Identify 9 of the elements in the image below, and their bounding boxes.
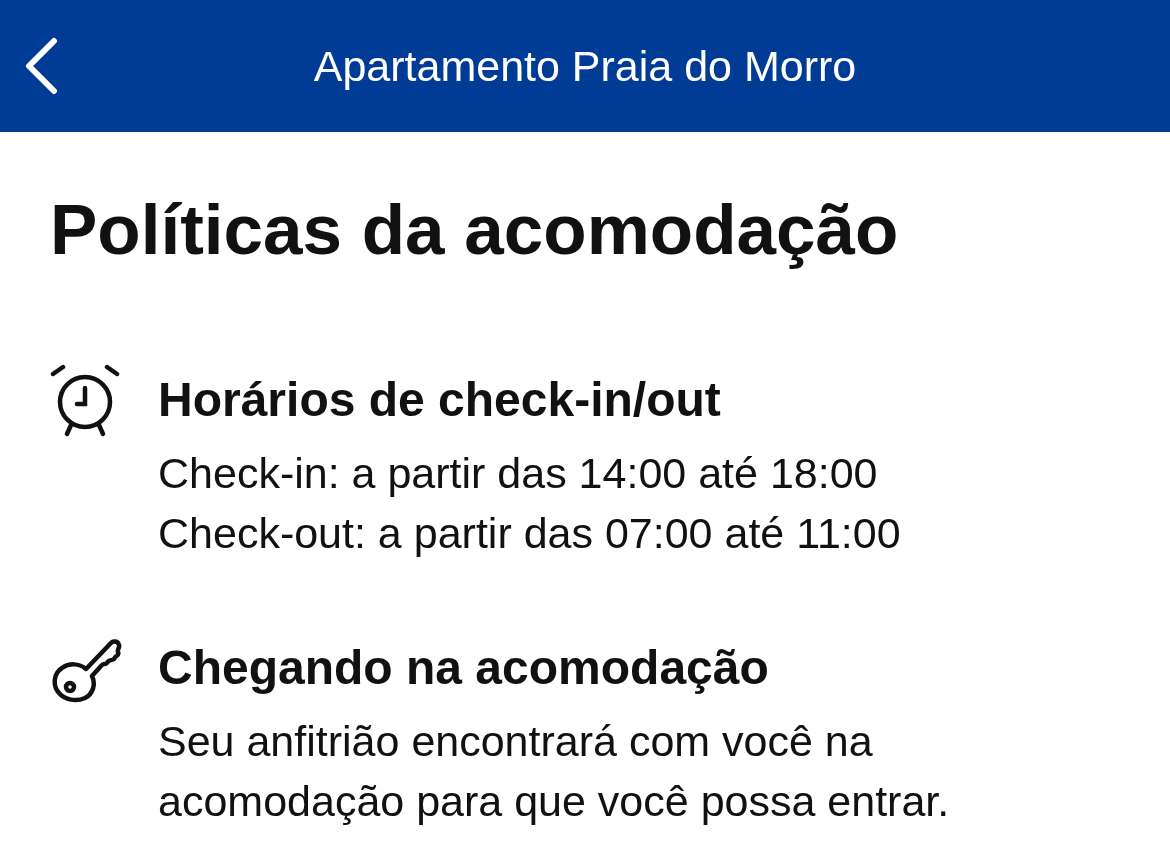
page-title: Políticas da acomodação <box>50 190 900 270</box>
alarm-clock-icon <box>50 362 120 438</box>
chevron-left-icon <box>24 37 58 95</box>
section-heading: Chegando na acomodação <box>158 640 770 696</box>
section-text: Check-in: a partir das 14:00 até 18:00 <box>158 448 879 499</box>
section-text: Check-out: a partir das 07:00 até 11:00 <box>158 508 901 559</box>
section-text: Seu anfitrião encontrará com você na acomodação para que você possa entrar. <box>158 716 951 827</box>
section-heading: Horários de check-in/out <box>158 372 722 428</box>
header-title: Apartamento Praia do Morro <box>313 41 857 91</box>
